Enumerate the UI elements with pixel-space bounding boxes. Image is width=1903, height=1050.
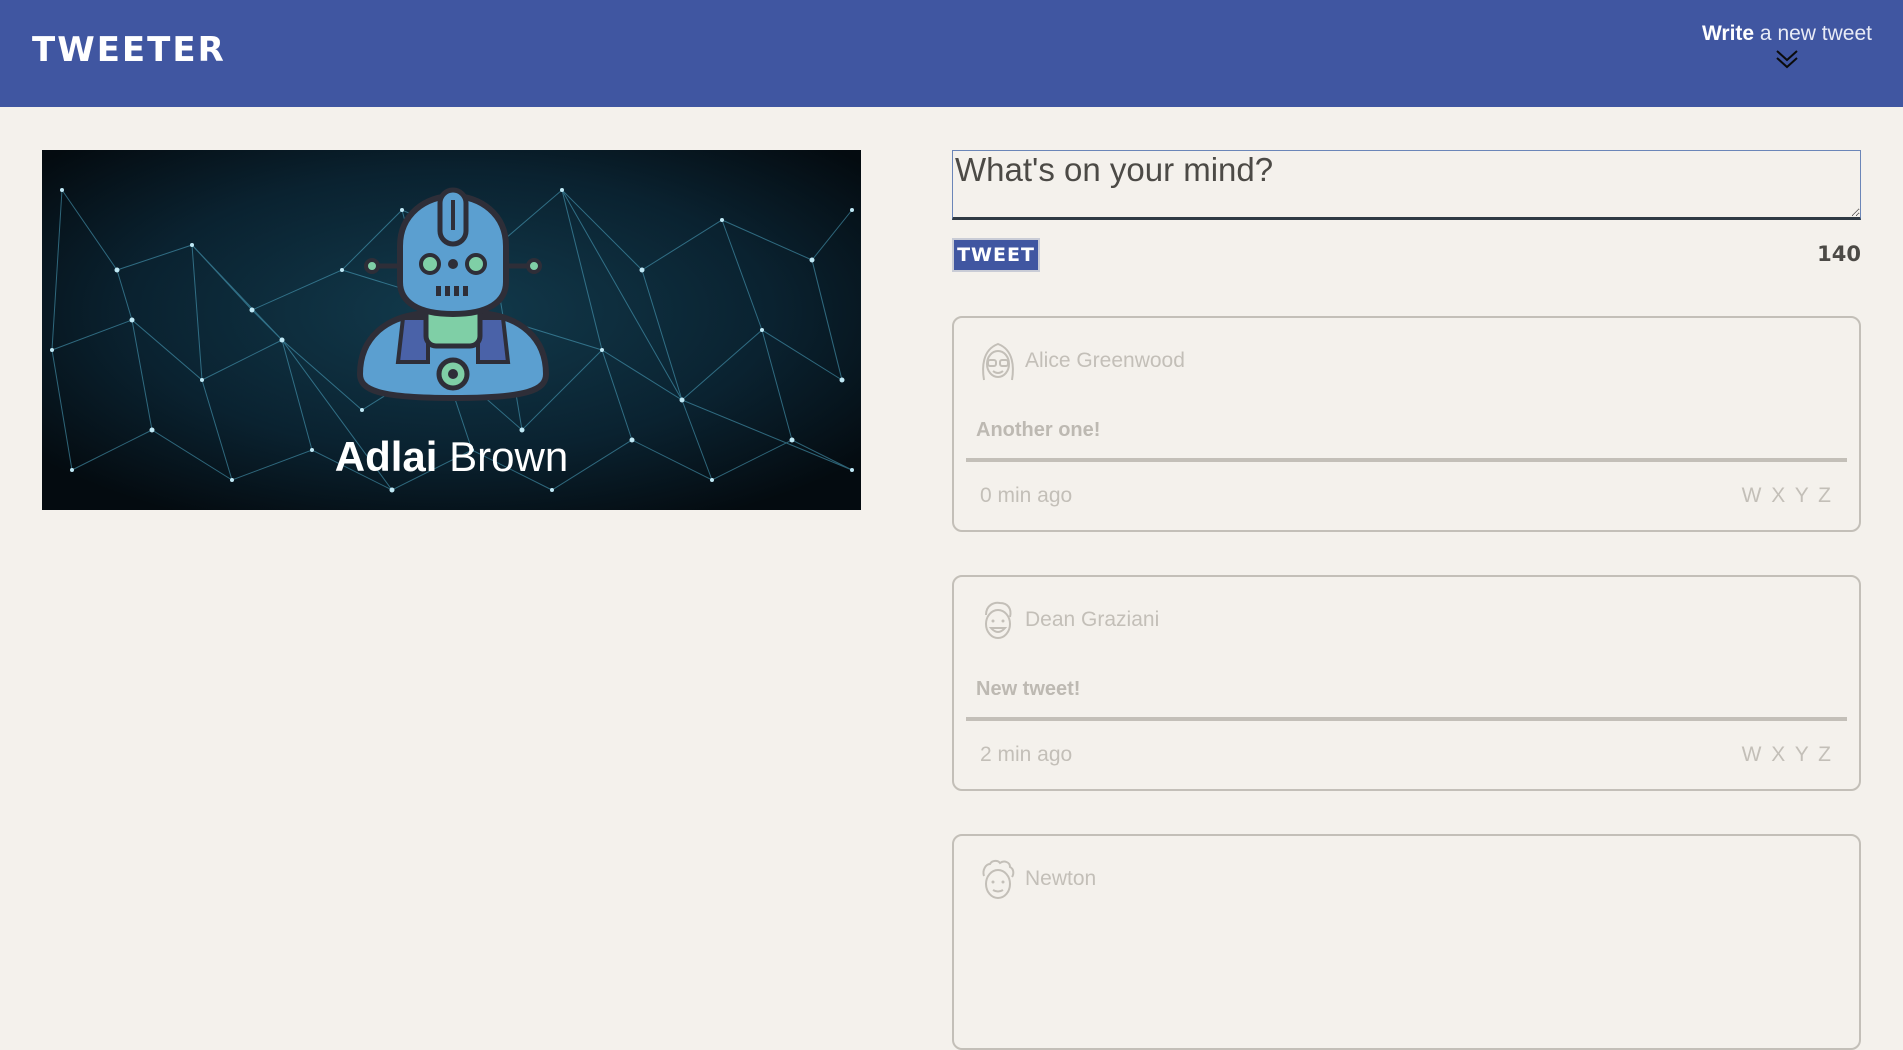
brand-logo[interactable]: TWEETER — [32, 30, 226, 70]
tweet-actions[interactable]: W X Y Z — [1742, 743, 1833, 767]
tweet-card: Dean Graziani New tweet! 2 min ago W X Y… — [952, 575, 1861, 791]
tweet-card: Alice Greenwood Another one! 0 min ago W… — [952, 316, 1861, 532]
tweet-actions[interactable]: W X Y Z — [1742, 484, 1833, 508]
profile-first-name: Adlai — [334, 433, 438, 480]
tweet-author: Dean Graziani — [1025, 608, 1160, 631]
robot-avatar-icon — [356, 187, 550, 402]
girl-with-glasses-avatar-icon — [982, 342, 1014, 381]
tweet-author: Alice Greenwood — [1025, 349, 1185, 372]
top-navbar: TWEETER Write a new tweet — [0, 0, 1903, 107]
tweet-author: Newton — [1025, 867, 1097, 890]
smiling-man-avatar-icon — [985, 601, 1012, 639]
profile-name: Adlai Brown — [42, 433, 861, 481]
tweet-timestamp: 0 min ago — [980, 484, 1073, 507]
tweet-card: Newton — [952, 834, 1861, 1050]
compose-toggle-bold: Write — [1701, 22, 1755, 45]
compose-form: TWEET 140 — [952, 150, 1861, 272]
tweet-divider — [966, 458, 1847, 462]
write-new-tweet-toggle[interactable]: Write a new tweet — [1702, 22, 1872, 70]
tweet-timestamp: 2 min ago — [980, 743, 1073, 766]
curly-hair-man-avatar-icon — [982, 859, 1015, 899]
double-chevron-down-icon[interactable] — [1774, 48, 1800, 70]
profile-last-name: Brown — [449, 433, 569, 480]
tweet-button[interactable]: TWEET — [952, 238, 1040, 272]
compose-toggle-text: a new tweet — [1754, 22, 1872, 45]
character-counter: 140 — [1817, 242, 1861, 266]
tweet-textarea[interactable] — [952, 150, 1861, 220]
tweet-content: New tweet! — [976, 678, 1081, 700]
profile-banner: Adlai Brown — [42, 150, 861, 510]
tweet-divider — [966, 717, 1847, 721]
tweet-content: Another one! — [976, 419, 1101, 441]
